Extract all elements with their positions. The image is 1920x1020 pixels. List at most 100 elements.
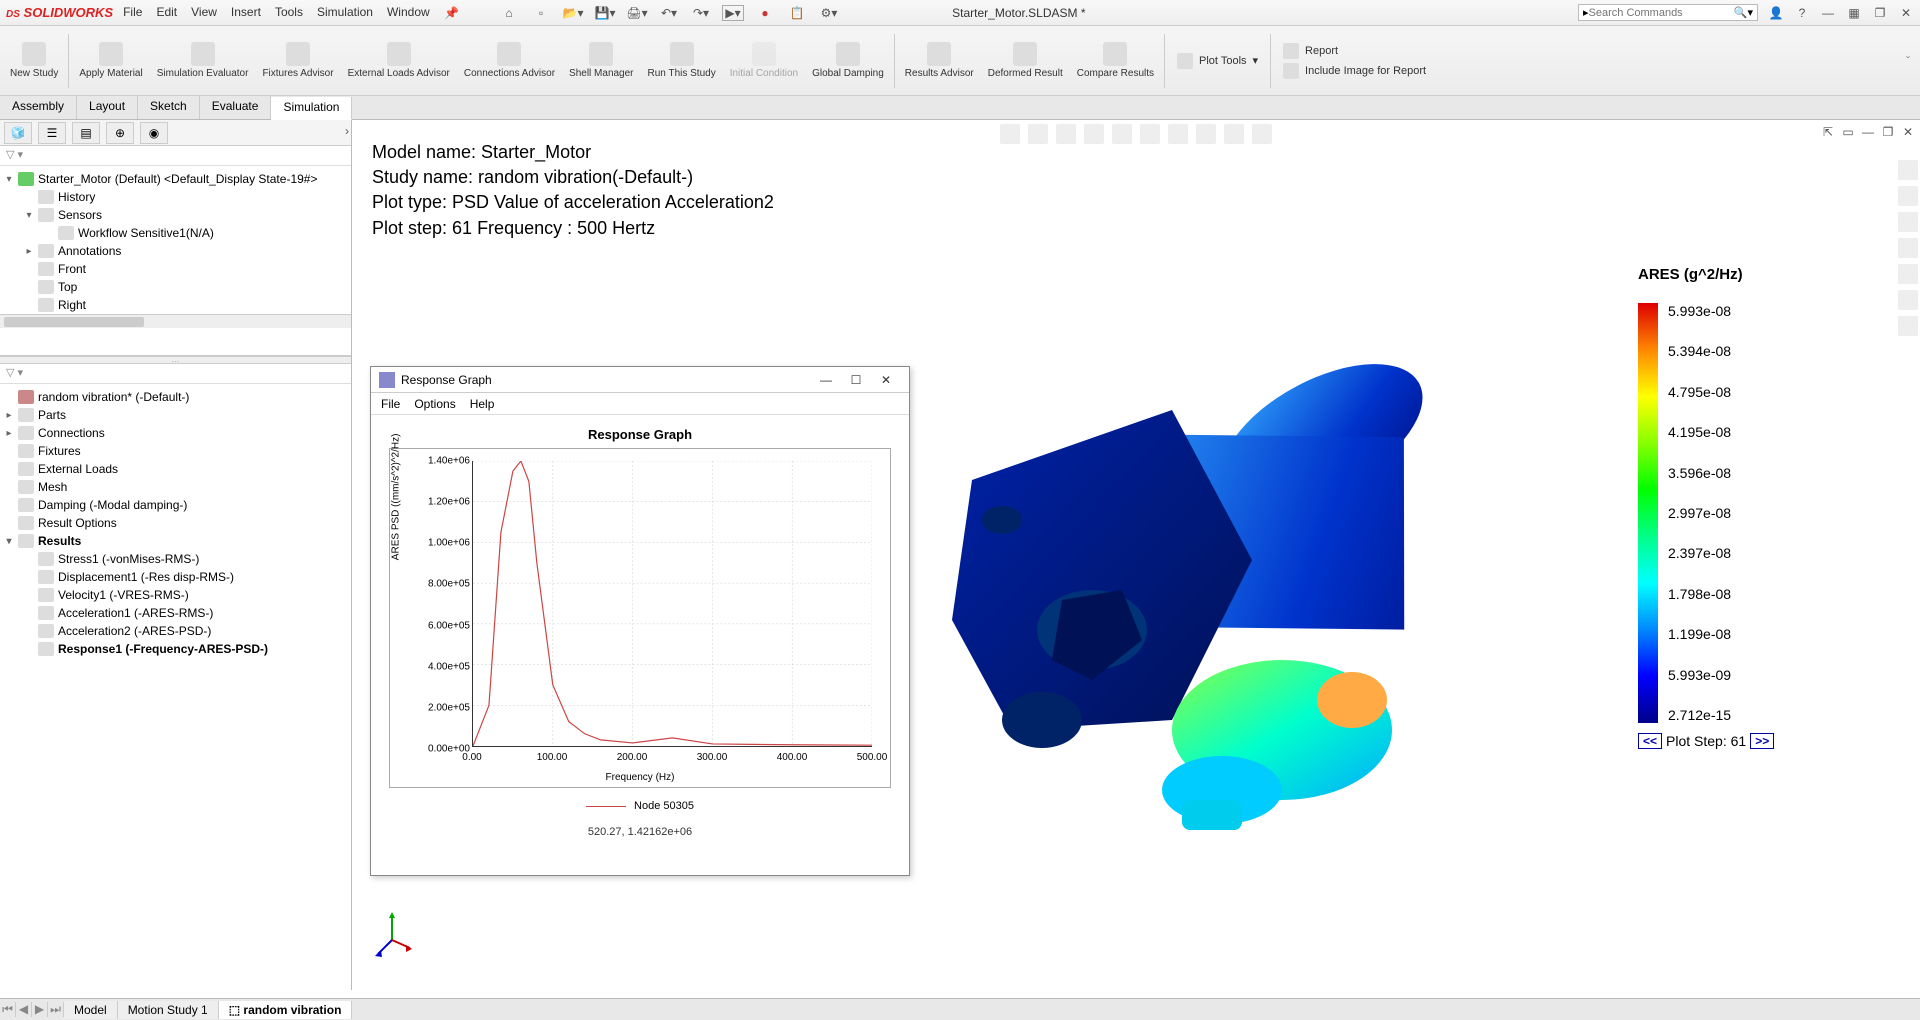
close-icon[interactable]: ✕: [1898, 5, 1914, 21]
sim-tree-item[interactable]: ▸Connections: [0, 424, 351, 442]
bt-first-icon[interactable]: ⏮: [0, 1002, 16, 1017]
zoom-area-icon[interactable]: [1028, 124, 1048, 144]
sim-tree-item[interactable]: Fixtures: [0, 442, 351, 460]
panel-splitter[interactable]: ⋯: [0, 356, 351, 364]
sim-tree-item[interactable]: Velocity1 (-VRES-RMS-): [0, 586, 351, 604]
sim-tree-item[interactable]: Mesh: [0, 478, 351, 496]
tree-item[interactable]: History: [0, 188, 351, 206]
vp-link-icon[interactable]: ⇱: [1820, 124, 1836, 140]
panel-tab-feature-tree[interactable]: 🧊: [4, 122, 32, 144]
search-commands[interactable]: ▸ 🔍▾: [1578, 4, 1758, 21]
rb-run-study[interactable]: Run This Study: [642, 29, 722, 93]
home-icon[interactable]: ⌂: [498, 5, 520, 21]
sim-tree-root[interactable]: random vibration* (-Default-): [0, 388, 351, 406]
graphics-viewport[interactable]: ⇱ ▭ — ❐ ✕ Model name: Starter_Motor Stud…: [352, 120, 1920, 990]
panel-tab-config[interactable]: ▤: [72, 122, 100, 144]
menu-simulation[interactable]: Simulation: [317, 5, 373, 21]
rg-min-icon[interactable]: —: [811, 373, 841, 387]
tp-appearance-icon[interactable]: [1898, 264, 1918, 284]
tp-library-icon[interactable]: [1898, 212, 1918, 232]
tree-scroll-h[interactable]: [0, 314, 351, 328]
select-icon[interactable]: ▶▾: [722, 5, 744, 21]
tab-assembly[interactable]: Assembly: [0, 96, 77, 119]
rg-max-icon[interactable]: ☐: [841, 373, 871, 387]
zoom-fit-icon[interactable]: [1000, 124, 1020, 144]
tree-item[interactable]: ▾Sensors: [0, 206, 351, 224]
save-icon[interactable]: 💾▾: [594, 5, 616, 21]
print-icon[interactable]: 🖨▾: [626, 5, 648, 21]
help-icon[interactable]: ?: [1794, 5, 1810, 21]
rb-connections-advisor[interactable]: Connections Advisor: [458, 29, 561, 93]
bt-motion-study[interactable]: Motion Study 1: [118, 1001, 219, 1019]
sim-tree-item[interactable]: Displacement1 (-Res disp-RMS-): [0, 568, 351, 586]
bt-last-icon[interactable]: ⏭: [48, 1002, 64, 1017]
rg-menu-help[interactable]: Help: [470, 397, 495, 411]
rg-menu-file[interactable]: File: [381, 397, 400, 411]
options-icon[interactable]: 📋: [786, 5, 808, 21]
ribbon-collapse-icon[interactable]: ˇ: [1906, 54, 1910, 68]
sim-tree-item[interactable]: External Loads: [0, 460, 351, 478]
tp-forum-icon[interactable]: [1898, 316, 1918, 336]
vp-close-icon[interactable]: ✕: [1900, 124, 1916, 140]
view-orient-icon[interactable]: [1112, 124, 1132, 144]
panel-tab-display[interactable]: ◉: [140, 122, 168, 144]
scene-icon[interactable]: [1224, 124, 1244, 144]
minimize-icon[interactable]: —: [1820, 5, 1836, 21]
tp-home-icon[interactable]: [1898, 160, 1918, 180]
view-settings-icon[interactable]: [1252, 124, 1272, 144]
pin-icon[interactable]: 📌: [444, 5, 460, 21]
tp-props-icon[interactable]: [1898, 290, 1918, 310]
bt-next-icon[interactable]: ▶: [32, 1002, 48, 1017]
tp-resources-icon[interactable]: [1898, 186, 1918, 206]
rb-plot-tools[interactable]: Plot Tools ▾: [1177, 53, 1258, 69]
search-icon[interactable]: 🔍▾: [1734, 6, 1753, 19]
orientation-triad[interactable]: [372, 910, 412, 960]
user-icon[interactable]: 👤: [1768, 5, 1784, 21]
panel-collapse-icon[interactable]: ›: [345, 124, 349, 138]
appearance-icon[interactable]: [1196, 124, 1216, 144]
undo-icon[interactable]: ↶▾: [658, 5, 680, 21]
panel-tab-property[interactable]: ☰: [38, 122, 66, 144]
tree-root[interactable]: ▾Starter_Motor (Default) <Default_Displa…: [0, 170, 351, 188]
rb-report[interactable]: Report: [1283, 43, 1426, 59]
response-graph-window[interactable]: Response Graph — ☐ ✕ File Options Help R…: [370, 366, 910, 876]
tree-item[interactable]: Right: [0, 296, 351, 314]
display-style-icon[interactable]: [1140, 124, 1160, 144]
menu-edit[interactable]: Edit: [156, 5, 177, 21]
new-icon[interactable]: ▫: [530, 5, 552, 21]
plot-step-prev[interactable]: <<: [1638, 733, 1662, 749]
rb-results-advisor[interactable]: Results Advisor: [899, 29, 980, 93]
rb-shell-manager[interactable]: Shell Manager: [563, 29, 639, 93]
sim-tree-item[interactable]: Acceleration2 (-ARES-PSD-): [0, 622, 351, 640]
rb-external-loads-advisor[interactable]: External Loads Advisor: [342, 29, 456, 93]
rb-global-damping[interactable]: Global Damping: [806, 29, 890, 93]
menu-tools[interactable]: Tools: [275, 5, 303, 21]
menu-window[interactable]: Window: [387, 5, 430, 21]
vp-split-icon[interactable]: ▭: [1840, 124, 1856, 140]
tab-evaluate[interactable]: Evaluate: [200, 96, 272, 119]
sim-tree-item[interactable]: Response1 (-Frequency-ARES-PSD-): [0, 640, 351, 658]
rb-new-study[interactable]: New Study: [4, 29, 64, 93]
section-icon[interactable]: [1084, 124, 1104, 144]
menu-file[interactable]: File: [123, 5, 142, 21]
tile-icon[interactable]: ▦: [1846, 5, 1862, 21]
bt-random-vibration[interactable]: ⬚ random vibration: [219, 1001, 353, 1019]
menu-view[interactable]: View: [191, 5, 217, 21]
panel-tab-dim[interactable]: ⊕: [106, 122, 134, 144]
rb-compare-results[interactable]: Compare Results: [1071, 29, 1160, 93]
tab-sketch[interactable]: Sketch: [138, 96, 200, 119]
tab-simulation[interactable]: Simulation: [271, 97, 352, 120]
sim-tree-item[interactable]: Stress1 (-vonMises-RMS-): [0, 550, 351, 568]
tp-view-icon[interactable]: [1898, 238, 1918, 258]
search-input[interactable]: [1589, 7, 1734, 19]
rg-titlebar[interactable]: Response Graph — ☐ ✕: [371, 367, 909, 393]
rb-fixtures-advisor[interactable]: Fixtures Advisor: [256, 29, 339, 93]
settings-icon[interactable]: ⚙▾: [818, 5, 840, 21]
sim-tree-item[interactable]: ▸Parts: [0, 406, 351, 424]
rg-close-icon[interactable]: ✕: [871, 373, 901, 387]
rg-chart[interactable]: ARES PSD ((mm/s^2)^2/Hz) Frequency (Hz) …: [389, 448, 891, 788]
rb-sim-evaluator[interactable]: Simulation Evaluator: [151, 29, 255, 93]
tree-item[interactable]: ▸Annotations: [0, 242, 351, 260]
rb-apply-material[interactable]: Apply Material: [73, 29, 148, 93]
tree-item[interactable]: Front: [0, 260, 351, 278]
